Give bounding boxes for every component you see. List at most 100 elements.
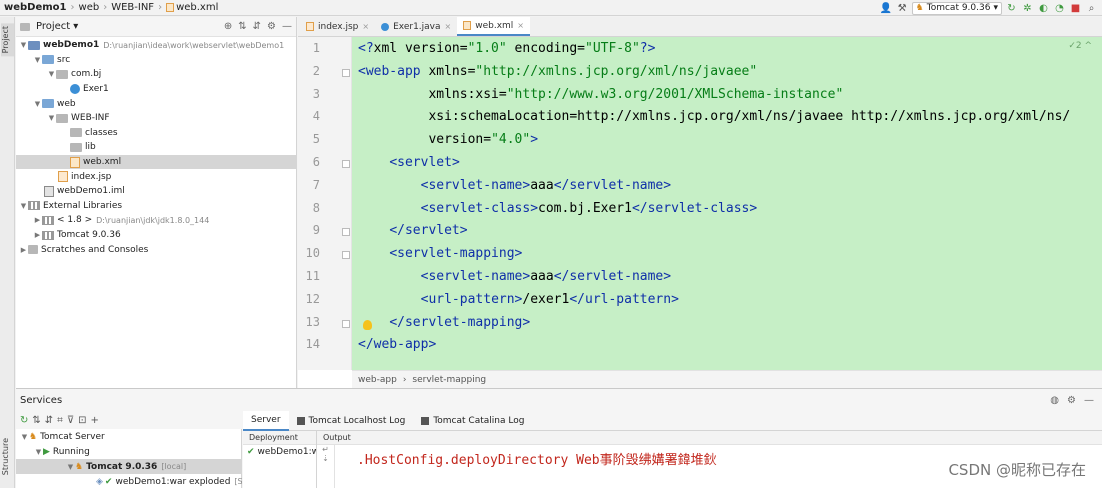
rerun-icon[interactable]: ↻ (1005, 2, 1018, 15)
tab-exer1-java[interactable]: Exer1.java × (375, 17, 457, 36)
project-tool-tab[interactable]: Project (1, 23, 14, 57)
code-line[interactable]: <?xml version="1.0" encoding="UTF-8"?> (358, 41, 655, 56)
code-line[interactable]: xsi:schemaLocation=http://xmlns.jcp.org/… (358, 109, 1070, 124)
tree-item-src[interactable]: ▼ src (16, 53, 297, 68)
tree-item-tomcat-lib[interactable]: ▶ Tomcat 9.0.36 (16, 228, 297, 243)
fold-marker-icon[interactable] (342, 160, 350, 168)
scroll-down-icon[interactable]: ⇣ (317, 454, 334, 463)
search-icon[interactable]: ⌕ (1085, 2, 1098, 15)
tree-item-external-libraries[interactable]: ▼ External Libraries (16, 199, 297, 214)
code-line[interactable]: xmlns:xsi="http://www.w3.org/2001/XMLSch… (358, 87, 843, 102)
code-line[interactable]: <web-app xmlns="http://xmlns.jcp.org/xml… (358, 64, 757, 79)
build-hammer-icon[interactable]: ⚒ (896, 2, 909, 15)
code-line[interactable]: </servlet-mapping> (358, 315, 530, 330)
code-line[interactable]: <servlet-class>com.bj.Exer1</servlet-cla… (358, 201, 758, 216)
line-number[interactable]: 1 (298, 41, 320, 55)
user-icon[interactable]: 👤 (880, 2, 893, 15)
close-icon[interactable]: × (445, 22, 452, 31)
breadcrumb-item-web-inf[interactable]: WEB-INF (111, 2, 154, 13)
svc-item-tomcat-instance[interactable]: ▼ ♞ Tomcat 9.0.36 [local] (16, 459, 242, 474)
svc-item-artifact[interactable]: ◈ ✔ webDemo1:war exploded [S (96, 474, 242, 488)
code-line[interactable]: <servlet> (358, 155, 459, 170)
chevron-down-icon[interactable]: ▼ (47, 70, 56, 78)
gear-icon[interactable]: ⚙ (1067, 395, 1076, 406)
close-icon[interactable]: × (517, 21, 524, 30)
line-number[interactable]: 14 (298, 337, 320, 351)
line-number-gutter[interactable]: 1 2 3 4 5 6 7 8 9 10 11 12 13 14 (298, 37, 352, 370)
chevron-down-icon[interactable]: ▼ (47, 114, 56, 122)
breadcrumb-item-project[interactable]: webDemo1 (4, 2, 67, 13)
filter-icon[interactable]: ⊽ (67, 415, 74, 426)
line-number[interactable]: 11 (298, 269, 320, 283)
tab-tomcat-catalina-log[interactable]: Tomcat Catalina Log (413, 411, 532, 431)
line-number[interactable]: 7 (298, 178, 320, 192)
tree-item-webdemo1-iml[interactable]: webDemo1.iml (16, 184, 297, 199)
tree-item-web[interactable]: ▼ web (16, 96, 297, 111)
editor-breadcrumb-servlet-mapping[interactable]: servlet-mapping (412, 375, 486, 385)
fold-marker-icon[interactable] (342, 251, 350, 260)
chevron-down-icon[interactable]: ▼ (66, 463, 75, 471)
tab-web-xml[interactable]: web.xml × (457, 17, 530, 36)
fold-marker-icon[interactable] (342, 68, 350, 77)
soft-wrap-icon[interactable]: ↵ (317, 445, 334, 454)
group-icon[interactable]: ⌗ (57, 415, 63, 426)
inspection-indicator[interactable]: ✓2 ^ (1068, 41, 1092, 51)
expand-all-icon[interactable]: ⇅ (32, 415, 40, 426)
chevron-down-icon[interactable]: ▼ (33, 56, 42, 64)
code-line[interactable]: </web-app> (358, 337, 436, 352)
tree-item-lib[interactable]: lib (16, 140, 297, 155)
tree-item-web-xml[interactable]: web.xml (16, 154, 297, 170)
stop-icon[interactable]: ■ (1069, 2, 1082, 15)
line-number[interactable]: 5 (298, 132, 320, 146)
chevron-right-icon[interactable]: ▶ (33, 216, 42, 224)
project-view-selector[interactable]: Project ▾ (20, 21, 78, 32)
breadcrumb-item-web-xml[interactable]: web.xml (176, 2, 218, 13)
svc-item-tomcat-server[interactable]: ▼ ♞ Tomcat Server (20, 429, 242, 444)
collapse-all-icon[interactable]: ⇵ (253, 21, 261, 32)
collapse-all-icon[interactable]: ⇵ (45, 415, 53, 426)
coverage-icon[interactable]: ◐ (1037, 2, 1050, 15)
line-number[interactable]: 13 (298, 315, 320, 329)
chevron-right-icon[interactable]: ▶ (19, 246, 28, 254)
code-line[interactable]: <servlet-name>aaa</servlet-name> (358, 269, 671, 284)
code-editor[interactable]: <?xml version="1.0" encoding="UTF-8"?> <w… (352, 37, 1102, 370)
code-line[interactable]: <url-pattern>/exer1</url-pattern> (358, 292, 679, 307)
code-line[interactable]: <servlet-name>aaa</servlet-name> (358, 178, 671, 193)
line-number[interactable]: 2 (298, 64, 320, 78)
debug-icon[interactable]: ✲ (1021, 2, 1034, 15)
hide-icon[interactable]: — (282, 21, 292, 32)
tree-item-exer1[interactable]: Exer1 (16, 82, 297, 97)
intention-bulb-icon[interactable] (363, 319, 372, 330)
expand-all-icon[interactable]: ⇅ (238, 21, 246, 32)
line-number[interactable]: 9 (298, 223, 320, 237)
deployment-item[interactable]: ✔ webDemo1:w (243, 445, 316, 459)
line-number[interactable]: 4 (298, 109, 320, 123)
chevron-down-icon[interactable]: ▼ (20, 433, 29, 441)
tree-item-jdk[interactable]: ▶ < 1.8 > D:\ruanjian\jdk\jdk1.8.0_144 (16, 213, 297, 228)
gear-icon[interactable]: ⚙ (267, 21, 276, 32)
code-line[interactable]: <servlet-mapping> (358, 246, 522, 261)
fold-marker-icon[interactable] (342, 319, 350, 328)
chevron-right-icon[interactable]: ▶ (33, 231, 42, 239)
fold-marker-icon[interactable] (342, 228, 350, 237)
code-line[interactable]: </servlet> (358, 223, 467, 238)
profile-icon[interactable]: ◔ (1053, 2, 1066, 15)
svc-item-running[interactable]: ▼ ▶ Running (34, 444, 242, 459)
line-number[interactable]: 6 (298, 155, 320, 169)
chevron-down-icon[interactable]: ▼ (34, 448, 43, 456)
locate-icon[interactable]: ⊕ (224, 21, 232, 32)
hide-icon[interactable]: — (1084, 395, 1094, 406)
chevron-down-icon[interactable]: ▼ (19, 202, 28, 210)
tree-item-com-bj[interactable]: ▼ com.bj (16, 67, 297, 82)
tree-item-webdemo1[interactable]: ▼ webDemo1 D:\ruanjian\idea\work\webserv… (16, 38, 297, 53)
tree-item-scratches[interactable]: ▶ Scratches and Consoles (16, 242, 297, 257)
line-number[interactable]: 10 (298, 246, 320, 260)
tab-index-jsp[interactable]: index.jsp × (300, 17, 375, 36)
chevron-down-icon[interactable]: ▼ (19, 41, 28, 49)
structure-tool-tab[interactable]: Structure (1, 435, 14, 478)
add-icon[interactable]: + (91, 415, 99, 426)
globe-icon[interactable]: ◍ (1050, 395, 1059, 406)
tree-item-web-inf[interactable]: ▼ WEB-INF (16, 111, 297, 126)
line-number[interactable]: 8 (298, 201, 320, 215)
tree-item-classes[interactable]: classes (16, 126, 297, 141)
